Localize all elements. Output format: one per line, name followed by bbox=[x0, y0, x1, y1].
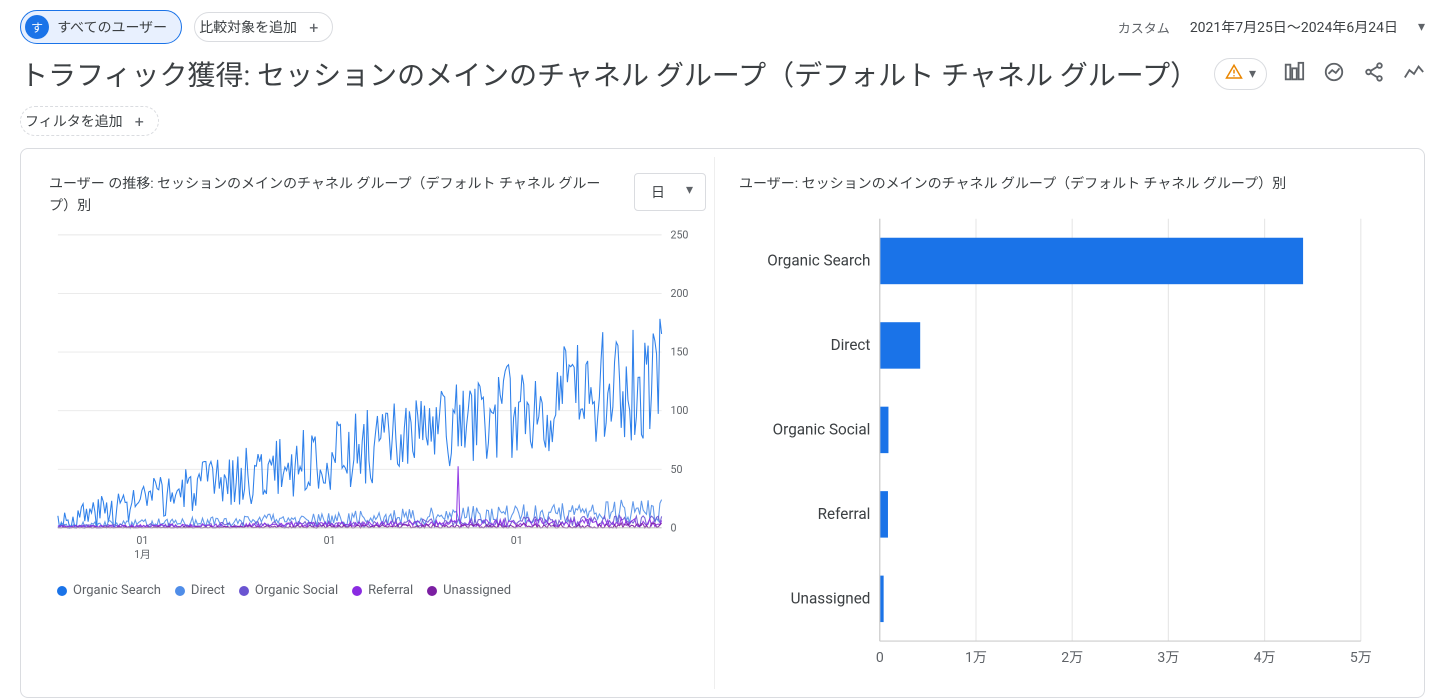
svg-text:4万: 4万 bbox=[1254, 651, 1276, 667]
line-chart-title: ユーザー の推移: セッションのメインのチャネル グループ（デフォルト チャネル… bbox=[49, 173, 618, 218]
svg-text:01: 01 bbox=[511, 534, 523, 547]
legend-item[interactable]: Referral bbox=[352, 583, 413, 598]
granularity-select[interactable]: 日 bbox=[634, 173, 706, 211]
add-compare-chip[interactable]: 比較対象を追加 + bbox=[194, 12, 333, 42]
date-range-picker[interactable]: 2021年7月25日～2024年6月24日 bbox=[1190, 17, 1398, 37]
thresholding-warning-button[interactable]: ▾ bbox=[1214, 58, 1267, 90]
legend-item[interactable]: Organic Search bbox=[57, 583, 161, 598]
add-filter-label: フィルタを追加 bbox=[25, 111, 123, 131]
svg-text:1万: 1万 bbox=[965, 651, 987, 667]
insights-icon[interactable] bbox=[1323, 61, 1345, 87]
svg-text:01: 01 bbox=[136, 534, 148, 547]
svg-text:0: 0 bbox=[670, 521, 676, 534]
legend-item[interactable]: Unassigned bbox=[427, 583, 511, 598]
add-filter-chip[interactable]: フィルタを追加 + bbox=[20, 106, 159, 136]
legend-item[interactable]: Direct bbox=[175, 583, 225, 598]
line-chart-legend: Organic Search Direct Organic Social Referr… bbox=[49, 567, 706, 598]
line-chart-card: ユーザー の推移: セッションのメインのチャネル グループ（デフォルト チャネル… bbox=[41, 157, 714, 689]
customize-report-icon[interactable] bbox=[1283, 61, 1305, 87]
svg-text:2万: 2万 bbox=[1061, 651, 1083, 667]
svg-text:50: 50 bbox=[670, 463, 682, 476]
segment-chip-all-users[interactable]: す すべてのユーザー bbox=[20, 10, 182, 44]
svg-text:0: 0 bbox=[876, 651, 884, 667]
svg-text:Referral: Referral bbox=[818, 505, 871, 523]
chevron-down-icon: ▾ bbox=[1418, 19, 1425, 35]
chevron-down-icon: ▾ bbox=[1249, 66, 1256, 82]
line-chart: 0501001502002500101011月 bbox=[49, 226, 706, 563]
bar-chart-title: ユーザー: セッションのメインのチャネル グループ（デフォルト チャネル グルー… bbox=[739, 173, 1396, 195]
svg-text:200: 200 bbox=[670, 287, 688, 300]
segment-label: すべてのユーザー bbox=[57, 17, 167, 37]
svg-text:01: 01 bbox=[324, 534, 336, 547]
svg-text:Unassigned: Unassigned bbox=[791, 590, 871, 608]
share-icon[interactable] bbox=[1363, 61, 1385, 87]
svg-text:100: 100 bbox=[670, 404, 688, 417]
plus-icon: + bbox=[135, 112, 144, 131]
svg-text:Organic Search: Organic Search bbox=[767, 252, 870, 270]
svg-text:3万: 3万 bbox=[1157, 651, 1179, 667]
bar-chart: 0 1万 2万 3万 4万 5万 Organic Search Direct Organic S… bbox=[739, 207, 1396, 676]
svg-text:Organic Social: Organic Social bbox=[773, 421, 871, 439]
date-preset-label: カスタム bbox=[1118, 18, 1170, 37]
add-compare-label: 比較対象を追加 bbox=[199, 17, 297, 37]
legend-item[interactable]: Organic Social bbox=[239, 583, 338, 598]
sparkline-icon[interactable] bbox=[1403, 61, 1425, 87]
svg-text:150: 150 bbox=[670, 345, 688, 358]
plus-icon: + bbox=[309, 18, 318, 37]
bar-chart-card: ユーザー: セッションのメインのチャネル グループ（デフォルト チャネル グルー… bbox=[714, 157, 1404, 689]
svg-text:Direct: Direct bbox=[831, 337, 871, 355]
page-title: トラフィック獲得: セッションのメインのチャネル グループ（デフォルト チャネル… bbox=[20, 54, 1198, 94]
svg-text:5万: 5万 bbox=[1350, 651, 1372, 667]
svg-text:250: 250 bbox=[670, 228, 688, 241]
segment-avatar: す bbox=[25, 15, 49, 39]
svg-text:1月: 1月 bbox=[134, 548, 151, 561]
warning-icon bbox=[1225, 63, 1243, 85]
